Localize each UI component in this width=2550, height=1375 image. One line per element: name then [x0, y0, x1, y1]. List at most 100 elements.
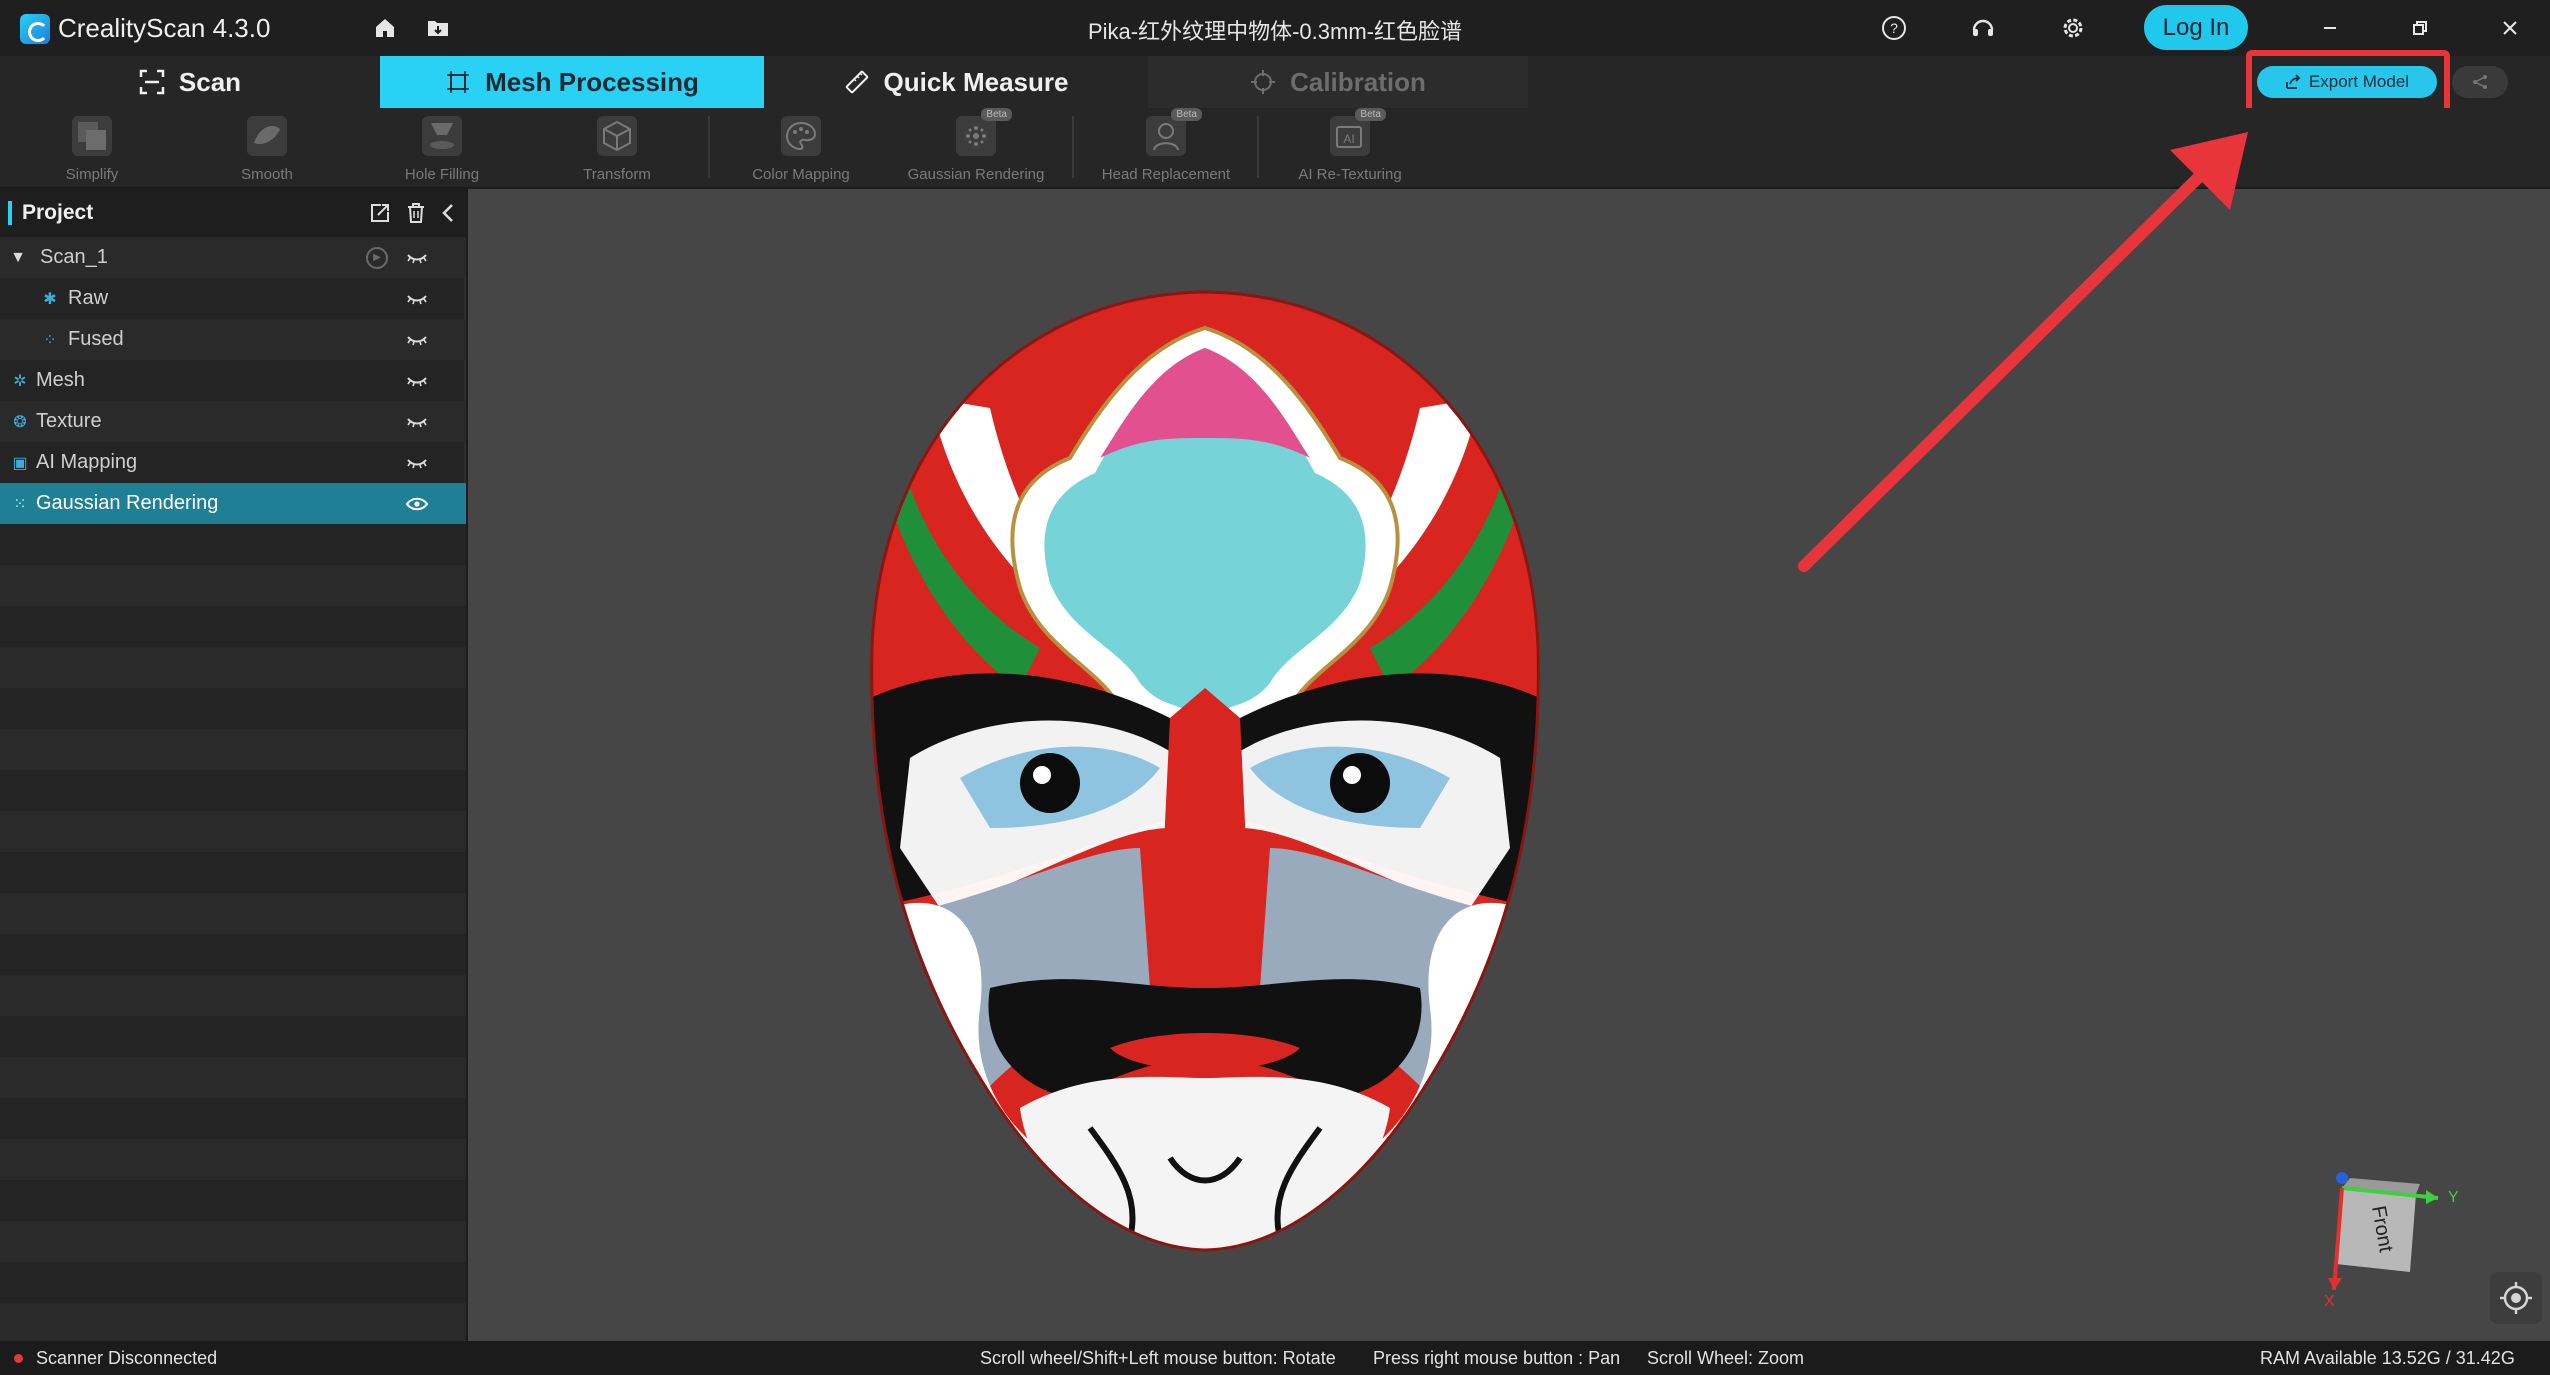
empty-row [0, 852, 466, 893]
tool-head-replacement[interactable]: Beta Head Replacement [1078, 108, 1254, 184]
visible-eye-icon[interactable] [404, 494, 430, 514]
empty-row [0, 688, 466, 729]
hint-zoom: Scroll Wheel: Zoom [1647, 1348, 1805, 1368]
home-icon[interactable] [371, 14, 399, 42]
hidden-eye-icon[interactable] [404, 289, 430, 309]
empty-row [0, 729, 466, 770]
toolbar-divider [708, 116, 710, 178]
collapse-panel-icon[interactable] [435, 199, 463, 227]
recenter-view-button[interactable] [2490, 1272, 2542, 1324]
tree-item-label: Texture [36, 410, 102, 432]
hidden-eye-icon[interactable] [404, 330, 430, 350]
svg-text:?: ? [1890, 20, 1898, 36]
settings-icon[interactable] [2059, 14, 2087, 42]
tool-ai-re-texturing[interactable]: AI Beta AI Re-Texturing [1262, 108, 1438, 184]
tree-item-label: Scan_1 [40, 246, 108, 268]
ram-available: RAM Available 13.52G / 31.42G [2260, 1348, 2515, 1368]
caret-down-icon[interactable]: ▼ [8, 248, 28, 268]
beta-badge: Beta [1171, 108, 1202, 121]
hidden-eye-icon[interactable] [404, 248, 430, 268]
export-model-label: Export Model [2308, 72, 2410, 91]
ai-retexture-icon: AI Beta [1330, 108, 1386, 156]
status-dot-icon [14, 1354, 23, 1363]
tool-transform[interactable]: Transform [529, 112, 705, 184]
empty-row [0, 524, 466, 565]
login-button[interactable]: Log In [2144, 5, 2248, 50]
tab-calibration[interactable]: Calibration [1148, 56, 1528, 108]
tool-head-replacement-label: Head Replacement [1101, 166, 1231, 183]
help-icon[interactable]: ? [1880, 14, 1908, 42]
tool-smooth[interactable]: Smooth [179, 112, 355, 184]
texture-icon: ❂ [13, 413, 27, 431]
play-icon[interactable]: ▶ [366, 246, 388, 269]
scanner-status: Scanner Disconnected [36, 1348, 218, 1368]
empty-row [0, 1303, 466, 1341]
empty-row [0, 647, 466, 688]
tree-item-gaussian-rendering[interactable]: ⁙ Gaussian Rendering [0, 483, 466, 524]
empty-row [0, 893, 466, 934]
svg-text:AI: AI [1343, 132, 1354, 146]
tab-scan-label: Scan [178, 66, 242, 97]
minimize-icon[interactable] [2312, 10, 2348, 46]
app-logo-icon [20, 14, 50, 44]
empty-row [0, 975, 466, 1016]
tree-item-fused[interactable]: ⁘ Fused [0, 319, 466, 360]
import-icon[interactable] [366, 199, 394, 227]
tab-mesh-processing[interactable]: Mesh Processing [380, 56, 764, 108]
export-model-button[interactable]: Export Model [2257, 66, 2437, 98]
empty-row [0, 1016, 466, 1057]
hint-rotate: Scroll wheel/Shift+Left mouse button: Ro… [980, 1348, 1336, 1368]
hidden-eye-icon[interactable] [404, 412, 430, 432]
tree-item-label: Raw [68, 287, 109, 309]
mode-bar: Scan Mesh Processing Quick Measure Calib… [0, 56, 2550, 108]
support-headset-icon[interactable] [1969, 14, 1997, 42]
hidden-eye-icon[interactable] [404, 371, 430, 391]
gaussian-icon: ⁙ [13, 495, 27, 513]
orientation-gizmo[interactable]: Front Y X [2320, 1160, 2460, 1310]
scan-icon [139, 69, 165, 95]
tool-hole-filling[interactable]: Hole Filling [354, 112, 530, 184]
empty-row [0, 770, 466, 811]
tab-quick-measure[interactable]: Quick Measure [764, 56, 1148, 108]
tree-item-ai-mapping[interactable]: ▣ AI Mapping [0, 442, 466, 483]
tree-item-label: Gaussian Rendering [36, 492, 219, 514]
tree-item-label: AI Mapping [36, 451, 138, 473]
tab-scan[interactable]: Scan [0, 56, 380, 108]
project-header-accent [8, 201, 12, 225]
folder-icon[interactable] [424, 14, 452, 42]
tree-item-scan-1[interactable]: ▼ Scan_1 ▶ [0, 237, 466, 278]
project-header: Project [0, 189, 466, 237]
tree-item-texture[interactable]: ❂ Texture [0, 401, 466, 442]
tool-simplify[interactable]: Simplify [4, 112, 180, 184]
tree-item-label: Mesh [36, 369, 85, 391]
tool-gaussian-rendering[interactable]: Beta Gaussian Rendering [888, 108, 1064, 184]
ruler-icon [845, 70, 868, 94]
ai-mapping-icon: ▣ [12, 454, 28, 472]
empty-row [0, 1221, 466, 1262]
empty-row [0, 1262, 466, 1303]
empty-row [0, 811, 466, 852]
tool-ai-re-texturing-label: AI Re-Texturing [1298, 166, 1402, 183]
beta-badge: Beta [1355, 108, 1386, 121]
project-panel: Project ▼ Scan_1 ▶ ✱ Raw ⁘ Fused ✲ Mesh … [0, 189, 466, 1341]
status-bar: Scanner Disconnected Scroll wheel/Shift+… [0, 1341, 2550, 1375]
tool-smooth-label: Smooth [241, 166, 293, 183]
empty-row [0, 1180, 466, 1221]
hidden-eye-icon[interactable] [404, 453, 430, 473]
delete-icon[interactable] [402, 199, 430, 227]
tree-item-raw[interactable]: ✱ Raw [0, 278, 466, 319]
restore-icon[interactable] [2402, 10, 2438, 46]
tool-gaussian-rendering-label: Gaussian Rendering [907, 166, 1045, 183]
empty-row [0, 565, 466, 606]
head-replacement-icon: Beta [1146, 108, 1202, 156]
close-icon[interactable] [2492, 10, 2528, 46]
tab-mesh-processing-label: Mesh Processing [485, 66, 699, 97]
share-icon [2473, 75, 2487, 89]
target-icon [2500, 1282, 2532, 1314]
simplify-icon [72, 116, 112, 156]
share-button[interactable] [2452, 66, 2508, 98]
palette-icon [781, 116, 821, 156]
tree-item-mesh[interactable]: ✲ Mesh [0, 360, 466, 401]
tab-calibration-label: Calibration [1290, 66, 1426, 97]
tool-color-mapping[interactable]: Color Mapping [713, 112, 889, 184]
